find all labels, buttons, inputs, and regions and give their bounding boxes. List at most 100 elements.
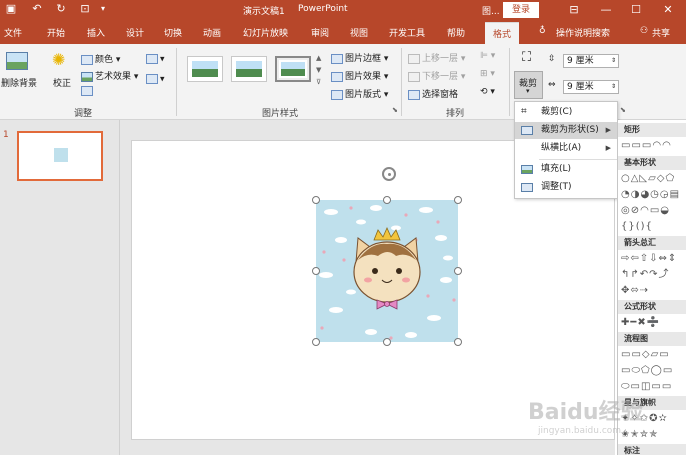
tab-slideshow[interactable]: 幻灯片放映 [243, 26, 288, 39]
tab-design[interactable]: 设计 [126, 26, 144, 39]
tab-home[interactable]: 开始 [47, 26, 65, 39]
shape-row-flowchart-1[interactable]: ▭▭◇▱▭ [621, 349, 670, 361]
customize-qat-icon[interactable]: ▾ [96, 2, 110, 16]
shape-row-stars-2[interactable]: ✬✭✮✯ [621, 429, 659, 441]
tab-help[interactable]: 帮助 [447, 26, 465, 39]
shape-row-rect[interactable]: ▭▭▭◠◠ [621, 140, 672, 152]
fill-icon [521, 165, 533, 174]
tab-transitions[interactable]: 切换 [164, 26, 182, 39]
submenu-arrow-icon: ▶ [605, 126, 611, 134]
shape-row-arrows-1[interactable]: ⇨⇦⇧⇩⇔⇕ [621, 253, 677, 265]
menu-item-fit[interactable]: 调整(T) [515, 179, 617, 196]
color-button[interactable]: 颜色 ▾ [81, 52, 120, 65]
close-icon[interactable]: ✕ [654, 1, 682, 19]
shape-row-arrows-2[interactable]: ↰↱↶↷⤴ [621, 269, 670, 281]
shape-row-flowchart-3[interactable]: ⬭▭◫▭▭ [621, 381, 672, 393]
send-backward-icon [408, 71, 420, 82]
height-spinner-icon[interactable]: ⇕ [611, 55, 616, 67]
shape-row-basic-2[interactable]: ◔◑◕◷◶▤ [621, 189, 680, 201]
rotate-handle-icon[interactable] [382, 167, 396, 181]
height-input[interactable]: 9 厘米 ⇕ [563, 54, 619, 68]
slideshow-icon[interactable]: ⊡ [78, 2, 92, 16]
picture-style-3[interactable] [275, 56, 311, 82]
shape-row-basic-1[interactable]: ○△◺▱◇⬠ [621, 173, 675, 185]
selected-picture[interactable] [316, 200, 458, 342]
width-spinner-icon[interactable]: ⇕ [611, 81, 616, 93]
tell-me-search[interactable]: 操作说明搜索 [556, 26, 610, 39]
bring-forward-button[interactable]: 上移一层 ▾ [408, 51, 465, 64]
style-preview [234, 59, 264, 79]
color-icon [81, 54, 93, 65]
selection-pane-button[interactable]: 选择窗格 [408, 87, 458, 100]
artistic-effects-button[interactable]: 艺术效果 ▾ [81, 69, 138, 82]
watermark-logo: Baidu经验 [528, 400, 643, 425]
thumbnail-picture [54, 148, 68, 162]
resize-handle-ne[interactable] [454, 196, 462, 204]
picture-layout-button[interactable]: 图片版式 ▾ [331, 87, 388, 100]
ribbon-options-icon[interactable]: ⊟ [560, 1, 588, 19]
doc-title: 演示文稿1 [243, 7, 285, 17]
tab-file[interactable]: 文件 [4, 26, 22, 39]
reset-picture-icon[interactable]: ▾ [146, 74, 165, 85]
gallery-more-icon[interactable]: ⊽ [316, 78, 321, 86]
shape-row-equation[interactable]: ✚━✖➗ [621, 317, 660, 329]
picture-style-2[interactable] [231, 56, 267, 82]
redo-icon[interactable]: ↻ [54, 2, 68, 16]
context-label: 图... [482, 7, 500, 17]
shape-row-basic-3[interactable]: ◎⊘◠▭◒ [621, 205, 670, 217]
menu-item-fill-label: 填充(L) [541, 164, 572, 174]
dialog-launcher-icon[interactable]: ⬊ [392, 106, 398, 114]
picture-style-1[interactable] [187, 56, 223, 82]
maximize-icon[interactable]: ☐ [622, 1, 650, 19]
menu-item-crop-to-shape[interactable]: 裁剪为形状(S) ▶ [515, 122, 617, 139]
undo-icon[interactable]: ↶ [30, 2, 44, 16]
bring-forward-icon [408, 53, 420, 64]
menu-item-crop[interactable]: ⌗ 裁剪(C) [515, 104, 617, 121]
tab-insert[interactable]: 插入 [87, 26, 105, 39]
crop-dropdown-icon: ▾ [526, 87, 530, 95]
picture-border-button[interactable]: 图片边框 ▾ [331, 51, 388, 64]
change-picture-icon[interactable]: ▾ [146, 54, 165, 65]
tab-view[interactable]: 视图 [350, 26, 368, 39]
menu-item-fill[interactable]: 填充(L) [515, 161, 617, 178]
divider [509, 48, 510, 116]
picture-border-label: 图片边框 [345, 54, 382, 64]
gallery-up-icon[interactable]: ▲ [316, 54, 321, 62]
width-input[interactable]: 9 厘米 ⇕ [563, 80, 619, 94]
size-dialog-launcher-icon[interactable]: ⬊ [620, 106, 626, 114]
remove-background-button[interactable]: 删除背景 [1, 76, 37, 89]
picture-effects-button[interactable]: 图片效果 ▾ [331, 69, 388, 82]
submenu-arrow-icon: ▶ [605, 144, 611, 152]
save-icon[interactable]: ▣ [4, 2, 18, 16]
menu-item-aspect-ratio[interactable]: 纵横比(A) ▶ [515, 140, 617, 157]
shape-row-basic-4[interactable]: {}(){ [621, 221, 653, 233]
rotate-objects-icon[interactable]: ⟲ ▾ [480, 87, 495, 97]
tab-review[interactable]: 审阅 [311, 26, 329, 39]
resize-handle-se[interactable] [454, 338, 462, 346]
compress-icon[interactable] [81, 86, 95, 97]
tab-format[interactable]: 格式 [485, 22, 520, 44]
shape-row-flowchart-2[interactable]: ▭⬭⬠◯▭ [621, 365, 673, 377]
gallery-down-icon[interactable]: ▼ [316, 66, 321, 74]
resize-handle-e[interactable] [454, 267, 462, 275]
slide-thumbnail[interactable] [17, 131, 103, 181]
crop-button[interactable]: 裁剪 ▾ [514, 71, 543, 99]
share-button[interactable]: 共享 [652, 26, 670, 39]
reset-picture-glyph [146, 74, 158, 84]
resize-handle-sw[interactable] [312, 338, 320, 346]
minimize-icon[interactable]: — [592, 1, 620, 19]
group-arrange-label: 排列 [446, 109, 465, 119]
group-objects-icon[interactable]: ⊞ ▾ [480, 69, 495, 79]
resize-handle-w[interactable] [312, 267, 320, 275]
tab-developer[interactable]: 开发工具 [389, 26, 425, 39]
login-button[interactable]: 登录 [503, 2, 539, 18]
send-backward-button[interactable]: 下移一层 ▾ [408, 69, 465, 82]
resize-handle-nw[interactable] [312, 196, 320, 204]
resize-handle-s[interactable] [383, 338, 391, 346]
tab-animations[interactable]: 动画 [203, 26, 221, 39]
align-icon[interactable]: ⊫ ▾ [480, 51, 495, 61]
shape-row-arrows-3[interactable]: ✥⬄⇢ [621, 285, 649, 297]
effects-icon [331, 71, 343, 82]
resize-handle-n[interactable] [383, 196, 391, 204]
correct-button[interactable]: 校正 [53, 76, 71, 89]
